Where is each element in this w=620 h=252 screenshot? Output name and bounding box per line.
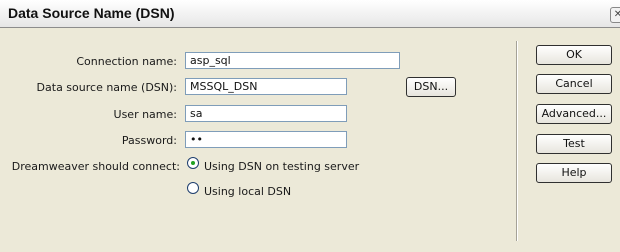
password-input[interactable]: •• <box>185 131 347 148</box>
radio-label-testing-server[interactable]: Using DSN on testing server <box>204 160 359 173</box>
connection-name-input[interactable]: asp_sql <box>185 52 400 69</box>
password-label: Password: <box>121 134 177 147</box>
dsn-browse-button[interactable]: DSN... <box>406 77 456 97</box>
radio-dsn-on-testing-server[interactable] <box>187 157 199 169</box>
connect-method-label: Dreamweaver should connect: <box>11 160 180 173</box>
dsn-dialog: Data Source Name (DSN) ✕ Connection name… <box>0 0 620 252</box>
title-bar[interactable]: Data Source Name (DSN) ✕ <box>0 0 620 28</box>
advanced-button[interactable]: Advanced... <box>536 104 612 124</box>
test-button[interactable]: Test <box>536 134 612 154</box>
radio-selected-dot <box>191 161 195 165</box>
radio-label-local-dsn[interactable]: Using local DSN <box>204 185 291 198</box>
ok-button[interactable]: OK <box>536 45 612 65</box>
vertical-separator <box>516 41 518 241</box>
cancel-button[interactable]: Cancel <box>536 74 612 94</box>
dsn-input[interactable]: MSSQL_DSN <box>185 78 347 95</box>
dialog-body: Connection name: asp_sql Data source nam… <box>0 29 620 252</box>
user-name-input[interactable]: sa <box>185 105 347 122</box>
dialog-title: Data Source Name (DSN) <box>8 5 175 21</box>
connection-name-label: Connection name: <box>76 55 177 68</box>
close-icon[interactable]: ✕ <box>610 7 620 23</box>
help-button[interactable]: Help <box>536 163 612 183</box>
user-name-label: User name: <box>113 108 177 121</box>
radio-local-dsn[interactable] <box>187 182 199 194</box>
dsn-label: Data source name (DSN): <box>36 81 177 94</box>
